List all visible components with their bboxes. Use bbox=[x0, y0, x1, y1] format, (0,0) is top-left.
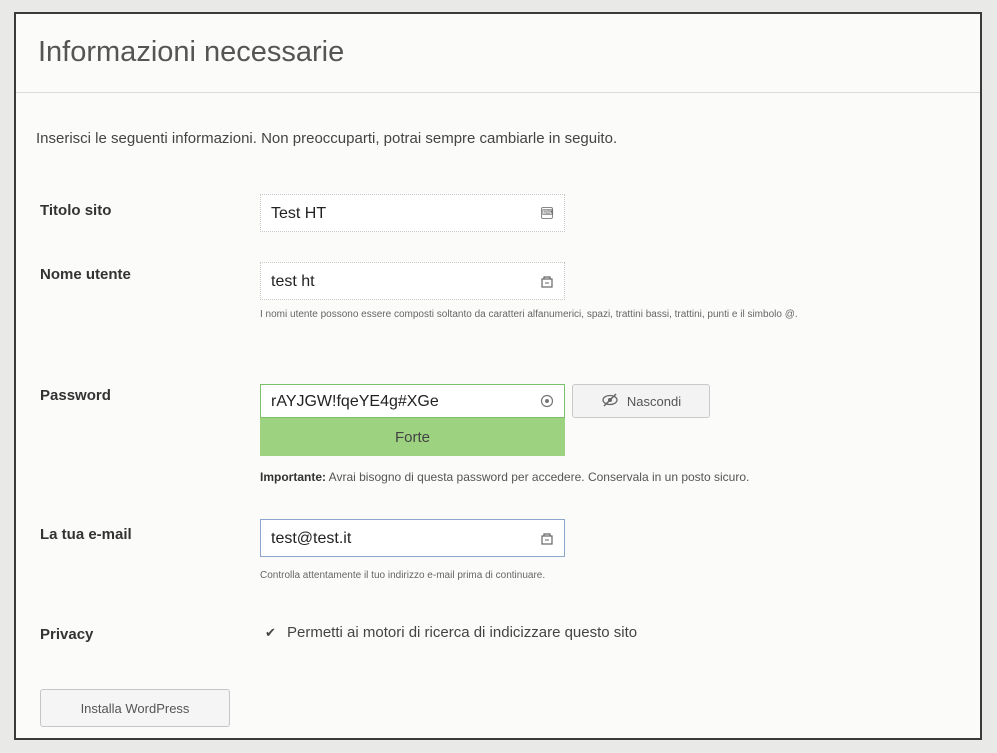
site-title-value: Test HT bbox=[271, 205, 327, 222]
page-title: Informazioni necessarie bbox=[38, 36, 345, 68]
email-label: La tua e-mail bbox=[40, 526, 132, 543]
privacy-checkbox-label: Permetti ai motori di ricerca di indiciz… bbox=[287, 624, 638, 641]
email-input[interactable]: test@test.it bbox=[260, 519, 565, 557]
hide-button-label: Nascondi bbox=[626, 393, 682, 409]
autofill-icon bbox=[540, 531, 554, 545]
privacy-option[interactable]: ✔ Permetti ai motori di ricerca di indic… bbox=[265, 624, 637, 641]
password-strength-meter: Forte bbox=[260, 418, 565, 456]
title-divider bbox=[16, 92, 980, 93]
important-text: Avrai bisogno di questa password per acc… bbox=[326, 470, 750, 484]
reveal-icon[interactable] bbox=[540, 394, 554, 408]
keyboard-icon: ⌨ bbox=[541, 207, 554, 219]
username-input[interactable]: test ht bbox=[260, 262, 565, 300]
username-value: test ht bbox=[271, 273, 315, 290]
autofill-icon bbox=[540, 274, 554, 288]
password-input[interactable]: rAYJGW!fqeYE4g#XGe bbox=[260, 384, 565, 418]
setup-form-panel: Informazioni necessarie Inserisci le seg… bbox=[14, 12, 982, 740]
site-title-label: Titolo sito bbox=[40, 202, 112, 219]
checkbox-checked-icon[interactable]: ✔ bbox=[265, 626, 277, 639]
hide-password-button[interactable]: Nascondi bbox=[572, 384, 710, 418]
eye-slash-icon bbox=[601, 392, 619, 410]
important-prefix: Importante: bbox=[260, 470, 326, 484]
password-label: Password bbox=[40, 387, 111, 404]
password-important-note: Importante: Avrai bisogno di questa pass… bbox=[260, 470, 749, 484]
site-title-input[interactable]: Test HT ⌨ bbox=[260, 194, 565, 232]
install-wordpress-button[interactable]: Installa WordPress bbox=[40, 689, 230, 727]
username-label: Nome utente bbox=[40, 266, 131, 283]
intro-text: Inserisci le seguenti informazioni. Non … bbox=[36, 130, 618, 147]
username-hint: I nomi utente possono essere composti so… bbox=[260, 309, 798, 320]
password-value: rAYJGW!fqeYE4g#XGe bbox=[271, 393, 439, 410]
email-hint: Controlla attentamente il tuo indirizzo … bbox=[260, 570, 546, 581]
email-value: test@test.it bbox=[271, 530, 352, 547]
privacy-label: Privacy bbox=[40, 626, 94, 643]
